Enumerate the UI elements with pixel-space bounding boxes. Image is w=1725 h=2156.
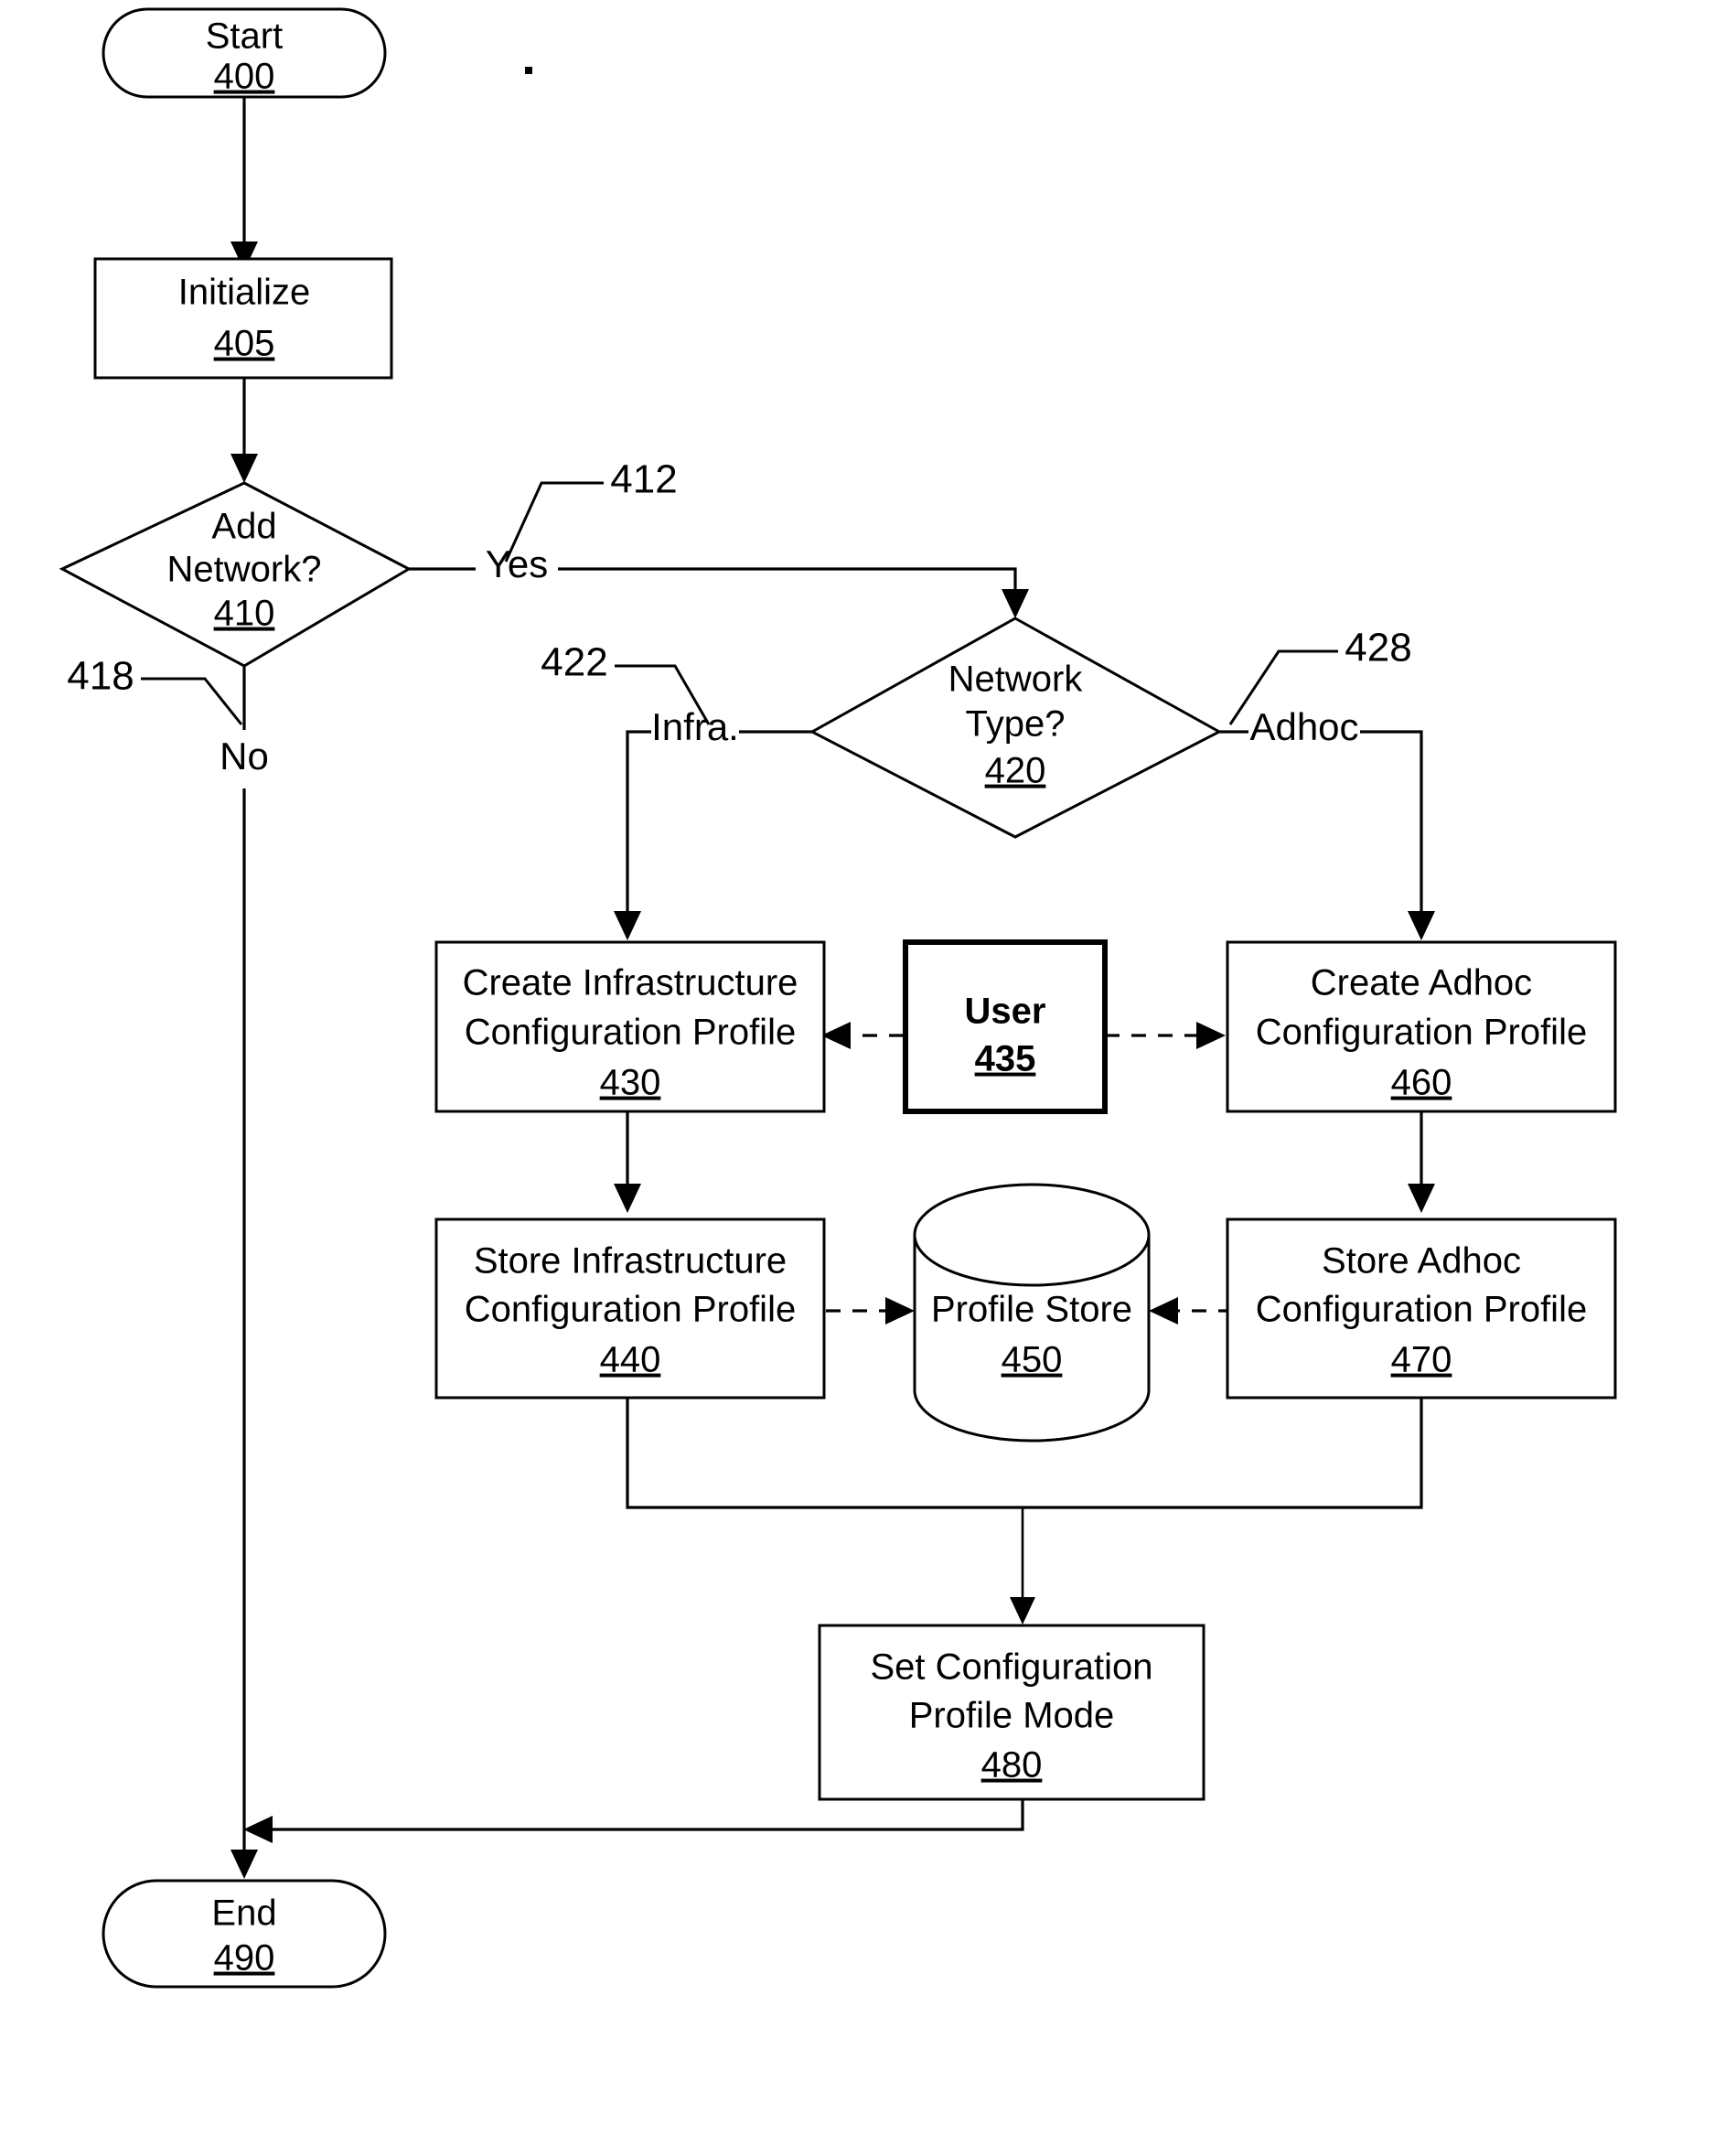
edge-label-infra: Infra. xyxy=(651,705,739,748)
node-create-adhoc-line1: Create Adhoc xyxy=(1311,963,1532,1003)
edge-label-yes: Yes xyxy=(486,542,549,585)
node-initialize-label: Initialize xyxy=(178,273,311,313)
callout-422: 422 xyxy=(541,640,607,685)
node-store-infra-line1: Store Infrastructure xyxy=(474,1241,787,1282)
node-start-label: Start xyxy=(206,16,283,57)
arrowhead-user-to-create-infra xyxy=(821,1022,851,1049)
node-user-label: User xyxy=(965,992,1046,1032)
arrowhead-store-adhoc xyxy=(1408,1184,1435,1213)
node-end-label: End xyxy=(211,1893,276,1934)
edge-label-adhoc: Adhoc xyxy=(1249,705,1358,748)
node-create-infra-line1: Create Infrastructure xyxy=(463,963,798,1003)
edge-label-no: No xyxy=(220,735,269,778)
node-store-adhoc-line2: Configuration Profile xyxy=(1256,1290,1587,1330)
figure-canvas: right, then down into Network Type? --> … xyxy=(0,0,1725,2156)
node-store-adhoc-ref: 470 xyxy=(1391,1340,1452,1380)
edge-adhoc-to-create-adhoc xyxy=(1360,730,1423,926)
node-add-network-ref: 410 xyxy=(214,594,275,634)
node-profile-store-label: Profile Store xyxy=(931,1290,1132,1330)
node-set-mode-line1: Set Configuration xyxy=(870,1647,1152,1688)
node-start-ref: 400 xyxy=(214,57,275,97)
arrowhead-store-adhoc-to-profile-store xyxy=(1149,1297,1178,1325)
node-user-ref: 435 xyxy=(975,1039,1036,1079)
edge-infra-to-create-infra xyxy=(626,730,651,926)
arrowhead-create-infra xyxy=(614,911,641,940)
node-set-mode-ref: 480 xyxy=(981,1745,1043,1786)
node-store-infra-ref: 440 xyxy=(600,1340,661,1380)
arrowhead-user-to-create-adhoc xyxy=(1196,1022,1226,1049)
node-profile-store-ref: 450 xyxy=(1002,1340,1063,1380)
arrowhead-end-join xyxy=(243,1816,273,1843)
arrowhead-add-network xyxy=(230,454,258,483)
node-add-network-line1: Add xyxy=(211,507,276,547)
node-add-network-line2: Network? xyxy=(167,550,322,590)
arrowhead-end xyxy=(230,1850,258,1879)
arrowhead-store-infra-to-profile-store xyxy=(885,1297,915,1325)
node-profile-store-top xyxy=(913,1183,1151,1287)
node-store-infra-line2: Configuration Profile xyxy=(465,1290,796,1330)
callout-428: 428 xyxy=(1345,626,1411,670)
node-set-mode-line2: Profile Mode xyxy=(909,1696,1115,1736)
node-create-infra-line2: Configuration Profile xyxy=(465,1013,796,1053)
leader-418 xyxy=(141,677,243,725)
node-initialize-ref: 405 xyxy=(214,324,275,364)
flowchart-svg: right, then down into Network Type? --> … xyxy=(59,7,1617,1989)
node-end-ref: 490 xyxy=(214,1938,275,1979)
node-network-type-line2: Type? xyxy=(966,704,1066,745)
arrowhead-set-mode xyxy=(1010,1597,1035,1625)
node-create-adhoc-line2: Configuration Profile xyxy=(1256,1013,1587,1053)
node-network-type-ref: 420 xyxy=(985,751,1046,791)
arrowhead-network-type xyxy=(1002,589,1029,618)
callout-418: 418 xyxy=(67,654,134,699)
ink-speck xyxy=(525,67,532,74)
node-create-adhoc-ref: 460 xyxy=(1391,1063,1452,1103)
node-network-type-line1: Network xyxy=(948,660,1084,700)
arrowhead-create-adhoc xyxy=(1408,911,1435,940)
node-store-adhoc-line1: Store Adhoc xyxy=(1322,1241,1521,1282)
node-create-infra-ref: 430 xyxy=(600,1063,661,1103)
callout-412: 412 xyxy=(610,457,677,502)
arrowhead-store-infra xyxy=(614,1184,641,1213)
edge-yes-to-network-type xyxy=(558,567,1017,604)
